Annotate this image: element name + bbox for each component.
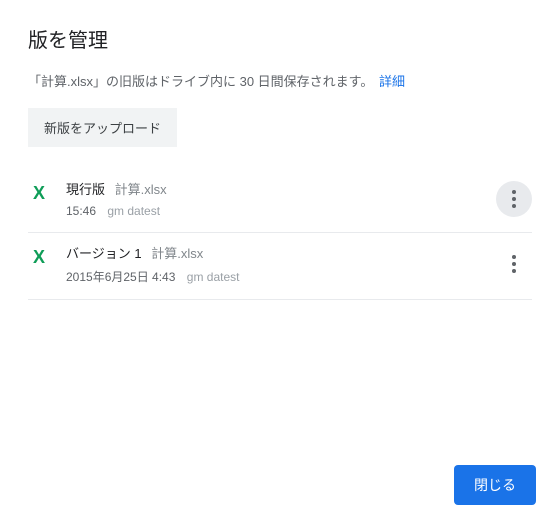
upload-new-version-button[interactable]: 新版をアップロード (28, 108, 177, 147)
more-options-button[interactable] (496, 181, 532, 217)
version-body: バージョン 1 計算.xlsx 2015年6月25日 4:43 gm dates… (66, 243, 496, 285)
close-button[interactable]: 閉じる (454, 465, 536, 505)
version-author: gm datest (187, 270, 240, 284)
excel-file-icon: X (28, 183, 50, 204)
version-filename: 計算.xlsx (115, 182, 167, 197)
dialog-footer: 閉じる (454, 465, 536, 505)
manage-versions-dialog: 版を管理 「計算.xlsx」の旧版はドライブ内に 30 日間保存されます。 詳細… (0, 0, 560, 527)
version-timestamp: 15:46 (66, 204, 96, 218)
version-list: X 現行版 計算.xlsx 15:46 gm datest X (28, 169, 532, 300)
version-body: 現行版 計算.xlsx 15:46 gm datest (66, 179, 496, 218)
info-text-line: 「計算.xlsx」の旧版はドライブ内に 30 日間保存されます。 詳細 (28, 71, 532, 90)
details-link[interactable]: 詳細 (379, 74, 405, 89)
version-filename: 計算.xlsx (151, 246, 203, 261)
more-vertical-icon (512, 255, 516, 273)
more-options-button[interactable] (496, 246, 532, 282)
version-timestamp: 2015年6月25日 4:43 (66, 270, 175, 284)
version-label: 現行版 (66, 182, 105, 197)
excel-file-icon: X (28, 247, 50, 268)
dialog-title: 版を管理 (28, 24, 532, 53)
version-label: バージョン 1 (66, 246, 142, 261)
version-author: gm datest (107, 204, 160, 218)
info-text: 「計算.xlsx」の旧版はドライブ内に 30 日間保存されます。 (28, 74, 373, 89)
version-row: X バージョン 1 計算.xlsx 2015年6月25日 4:43 gm dat… (28, 233, 532, 300)
version-row: X 現行版 計算.xlsx 15:46 gm datest (28, 169, 532, 233)
more-vertical-icon (512, 190, 516, 208)
